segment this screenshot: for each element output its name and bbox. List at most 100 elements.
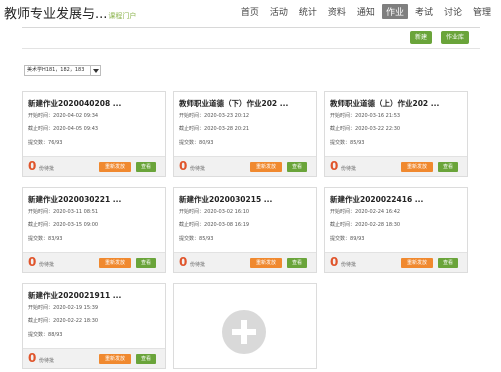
pending-label: 份待批 [341, 262, 357, 268]
homework-title[interactable]: 新建作业2020021911 ... [28, 290, 121, 301]
course-title-text: 教师专业发展与... [4, 7, 108, 22]
homework-card[interactable]: 新建作业2020030221 ... 开始时间：2020-03-11 08:51… [22, 187, 166, 273]
view-button[interactable]: 查看 [287, 258, 307, 268]
start-time-value: 2020-02-19 15:39 [53, 305, 99, 311]
card-footer: 0 份待批 重新发放 查看 [174, 252, 316, 272]
course-title[interactable]: 教师专业发展与...课程门户 [4, 3, 136, 22]
start-time-label: 开始时间： [28, 113, 54, 119]
view-button[interactable]: 查看 [136, 258, 156, 268]
end-time: 截止时间：2020-02-22 18:30 [28, 317, 98, 324]
end-time-value: 2020-04-05 09:43 [53, 126, 99, 132]
republish-button[interactable]: 重新发放 [99, 258, 131, 268]
start-time-value: 2020-04-02 09:34 [53, 113, 99, 119]
nav-item-statistics[interactable]: 统计 [295, 4, 321, 19]
submitted-count: 提交数：80/93 [179, 139, 213, 146]
nav-item-exams[interactable]: 考试 [411, 4, 437, 19]
submitted-label: 提交数： [330, 140, 351, 146]
start-time-label: 开始时间： [28, 305, 54, 311]
end-time-value: 2020-03-28 20:21 [204, 126, 250, 132]
homework-title[interactable]: 教师职业道德（下）作业202 ... [179, 98, 288, 109]
view-button[interactable]: 查看 [438, 162, 458, 172]
end-time-value: 2020-02-28 18:30 [355, 222, 401, 228]
start-time-value: 2020-03-11 08:51 [53, 209, 99, 215]
end-time-label: 截止时间： [330, 222, 356, 228]
submitted-value: 85/93 [350, 140, 365, 146]
end-time-label: 截止时间： [330, 126, 356, 132]
card-footer: 0 份待批 重新发放 查看 [23, 348, 165, 368]
submitted-label: 提交数： [330, 236, 351, 242]
start-time: 开始时间：2020-04-02 09:34 [28, 112, 98, 119]
homework-title[interactable]: 新建作业2020030215 ... [179, 194, 272, 205]
homework-card[interactable]: 新建作业2020022416 ... 开始时间：2020-02-24 16:42… [324, 187, 468, 273]
end-time: 截止时间：2020-03-28 20:21 [179, 125, 249, 132]
submitted-label: 提交数： [28, 332, 49, 338]
homework-title[interactable]: 新建作业2020030221 ... [28, 194, 121, 205]
start-time: 开始时间：2020-03-02 16:10 [179, 208, 249, 215]
end-time-label: 截止时间： [179, 126, 205, 132]
nav-item-homework[interactable]: 作业 [381, 4, 408, 19]
pending-count: 0 [28, 351, 37, 365]
pending-label: 份待批 [341, 166, 357, 172]
republish-button[interactable]: 重新发放 [250, 162, 282, 172]
class-select-value: 美术学H181，182，183 [27, 67, 85, 73]
homework-card-grid: 新建作业2020040208 ... 开始时间：2020-04-02 09:34… [22, 91, 484, 372]
pending-label: 份待批 [39, 262, 55, 268]
start-time-value: 2020-02-24 16:42 [355, 209, 401, 215]
view-button[interactable]: 查看 [287, 162, 307, 172]
end-time-value: 2020-02-22 18:30 [53, 318, 99, 324]
republish-button[interactable]: 重新发放 [99, 354, 131, 364]
start-time-label: 开始时间： [330, 113, 356, 119]
nav-item-materials[interactable]: 资料 [324, 4, 350, 19]
nav-item-home[interactable]: 首页 [237, 4, 263, 19]
class-select[interactable]: 美术学H181，182，183 [24, 65, 101, 76]
card-footer: 0 份待批 重新发放 查看 [174, 156, 316, 176]
end-time: 截止时间：2020-02-28 18:30 [330, 221, 400, 228]
chevron-down-icon [90, 66, 100, 75]
end-time-value: 2020-03-22 22:30 [355, 126, 401, 132]
homework-card[interactable]: 教师职业道德（上）作业202 ... 开始时间：2020-03-16 21:53… [324, 91, 468, 177]
republish-button[interactable]: 重新发放 [401, 258, 433, 268]
homework-title[interactable]: 新建作业2020040208 ... [28, 98, 121, 109]
homework-title[interactable]: 教师职业道德（上）作业202 ... [330, 98, 439, 109]
nav-item-notices[interactable]: 通知 [353, 4, 379, 19]
pending-count: 0 [28, 159, 37, 173]
pending-count: 0 [330, 255, 339, 269]
add-homework-card[interactable] [173, 283, 317, 369]
plus-icon [222, 310, 266, 354]
start-time-value: 2020-03-02 16:10 [204, 209, 250, 215]
end-time: 截止时间：2020-03-15 09:00 [28, 221, 98, 228]
nav-item-discussion[interactable]: 讨论 [440, 4, 466, 19]
course-portal-link[interactable]: 课程门户 [108, 12, 136, 20]
header-divider [22, 27, 480, 28]
submitted-count: 提交数：85/93 [330, 139, 364, 146]
republish-button[interactable]: 重新发放 [401, 162, 433, 172]
homework-card[interactable]: 新建作业2020040208 ... 开始时间：2020-04-02 09:34… [22, 91, 166, 177]
view-button[interactable]: 查看 [136, 354, 156, 364]
view-button[interactable]: 查看 [136, 162, 156, 172]
submitted-value: 89/93 [350, 236, 365, 242]
card-footer: 0 份待批 重新发放 查看 [325, 156, 467, 176]
submitted-label: 提交数： [179, 140, 200, 146]
start-time: 开始时间：2020-03-16 21:53 [330, 112, 400, 119]
homework-card[interactable]: 新建作业2020021911 ... 开始时间：2020-02-19 15:39… [22, 283, 166, 369]
start-time: 开始时间：2020-03-23 20:12 [179, 112, 249, 119]
start-time-label: 开始时间： [179, 209, 205, 215]
pending-label: 份待批 [190, 262, 206, 268]
submitted-count: 提交数：89/93 [330, 235, 364, 242]
republish-button[interactable]: 重新发放 [99, 162, 131, 172]
submitted-count: 提交数：76/93 [28, 139, 62, 146]
nav-item-manage[interactable]: 管理 [469, 4, 495, 19]
homework-library-button[interactable]: 作业库 [441, 31, 470, 44]
homework-title[interactable]: 新建作业2020022416 ... [330, 194, 423, 205]
republish-button[interactable]: 重新发放 [250, 258, 282, 268]
end-time-value: 2020-03-15 09:00 [53, 222, 99, 228]
nav-item-activity[interactable]: 活动 [266, 4, 292, 19]
end-time-value: 2020-03-08 16:19 [204, 222, 250, 228]
homework-card[interactable]: 新建作业2020030215 ... 开始时间：2020-03-02 16:10… [173, 187, 317, 273]
end-time-label: 截止时间： [28, 318, 54, 324]
new-homework-button[interactable]: 新建 [410, 31, 433, 44]
end-time-label: 截止时间： [28, 126, 54, 132]
end-time: 截止时间：2020-03-08 16:19 [179, 221, 249, 228]
homework-card[interactable]: 教师职业道德（下）作业202 ... 开始时间：2020-03-23 20:12… [173, 91, 317, 177]
view-button[interactable]: 查看 [438, 258, 458, 268]
